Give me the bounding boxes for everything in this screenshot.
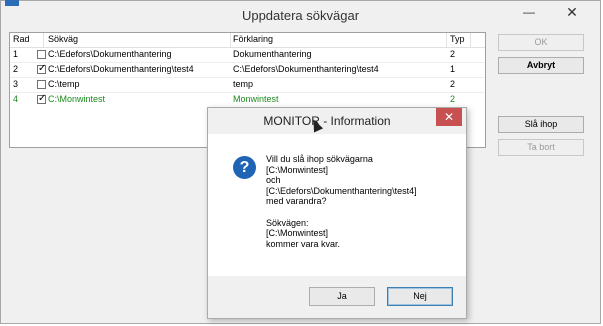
row-number: 4	[13, 94, 19, 104]
column-separator	[446, 33, 447, 47]
no-button[interactable]: Nej	[387, 287, 453, 306]
cancel-button[interactable]: Avbryt	[498, 57, 584, 74]
row-checkbox[interactable]	[37, 80, 46, 89]
col-header-typ[interactable]: Typ	[450, 34, 465, 44]
message-line: och	[266, 175, 281, 186]
question-icon: ?	[233, 156, 256, 179]
yes-button[interactable]: Ja	[309, 287, 375, 306]
row-type: 2	[450, 94, 456, 104]
dialog-footer: Ja Nej	[208, 276, 466, 318]
merge-button[interactable]: Slå ihop	[498, 116, 584, 133]
column-separator	[43, 33, 44, 47]
message-line	[266, 207, 417, 218]
window-title: Uppdatera sökvägar	[241, 8, 360, 23]
message-line: Vill du slå ihop sökvägarna	[266, 154, 373, 164]
message-line: [C:\Monwintest]	[266, 228, 329, 239]
dialog-title-bar: MONITOR - Information ✕	[208, 108, 466, 134]
close-button[interactable]: ✕	[550, 1, 594, 23]
col-header-sokvag[interactable]: Sökväg	[48, 34, 78, 44]
column-separator	[470, 33, 471, 47]
row-number: 3	[13, 79, 19, 89]
row-type: 1	[450, 64, 456, 74]
row-checkbox[interactable]	[37, 93, 46, 104]
row-path: C:\Monwintest	[48, 94, 106, 104]
row-checkbox[interactable]	[37, 63, 46, 74]
message-line: Sökvägen:	[266, 217, 309, 228]
message-line: [C:\Edefors\Dokumenthantering\test4]	[266, 185, 417, 196]
row-description: Monwintest	[233, 94, 279, 104]
row-description: C:\Edefors\Dokumenthantering\test4	[233, 64, 379, 74]
message-line: kommer vara kvar.	[266, 238, 341, 249]
row-number: 2	[13, 64, 19, 74]
table-row[interactable]: 1 C:\Edefors\Dokumenthantering Dokumenth…	[10, 48, 485, 62]
dialog-body: ? Vill du slå ihop sökvägarna [C:\Monwin…	[208, 134, 466, 278]
table-row[interactable]: 3 C:\temp temp 2	[10, 78, 485, 92]
col-header-forklaring[interactable]: Förklaring	[233, 34, 273, 44]
app-icon	[5, 0, 19, 6]
delete-button[interactable]: Ta bort	[498, 139, 584, 156]
row-description: temp	[233, 79, 254, 89]
column-separator	[230, 33, 231, 47]
row-type: 2	[450, 79, 456, 89]
message-line: med varandra?	[266, 196, 327, 207]
table-row[interactable]: 2 C:\Edefors\Dokumenthantering\test4 C:\…	[10, 63, 485, 77]
row-description: Dokumenthantering	[233, 49, 312, 59]
row-type: 2	[450, 49, 456, 59]
table-row[interactable]: 4 C:\Monwintest Monwintest 2	[10, 93, 485, 107]
row-path: C:\Edefors\Dokumenthantering\test4	[48, 64, 194, 74]
row-number: 1	[13, 49, 19, 59]
ok-button[interactable]: OK	[498, 34, 584, 51]
table-header: Rad Sökväg Förklaring Typ	[10, 33, 485, 48]
row-path: C:\Edefors\Dokumenthantering	[48, 49, 172, 59]
row-path: C:\temp	[48, 79, 80, 89]
row-checkbox[interactable]	[37, 50, 46, 59]
col-header-rad[interactable]: Rad	[13, 34, 30, 44]
minimize-button[interactable]: —	[519, 5, 539, 19]
dialog-title: MONITOR - Information	[263, 114, 391, 128]
dialog-close-button[interactable]: ✕	[436, 108, 462, 126]
message-line: [C:\Monwintest]	[266, 164, 329, 175]
title-bar: Uppdatera sökvägar — ✕	[1, 0, 600, 31]
dialog-message: Vill du slå ihop sökvägarna [C:\Monwinte…	[266, 154, 417, 249]
information-dialog: MONITOR - Information ✕ ? Vill du slå ih…	[207, 107, 467, 319]
